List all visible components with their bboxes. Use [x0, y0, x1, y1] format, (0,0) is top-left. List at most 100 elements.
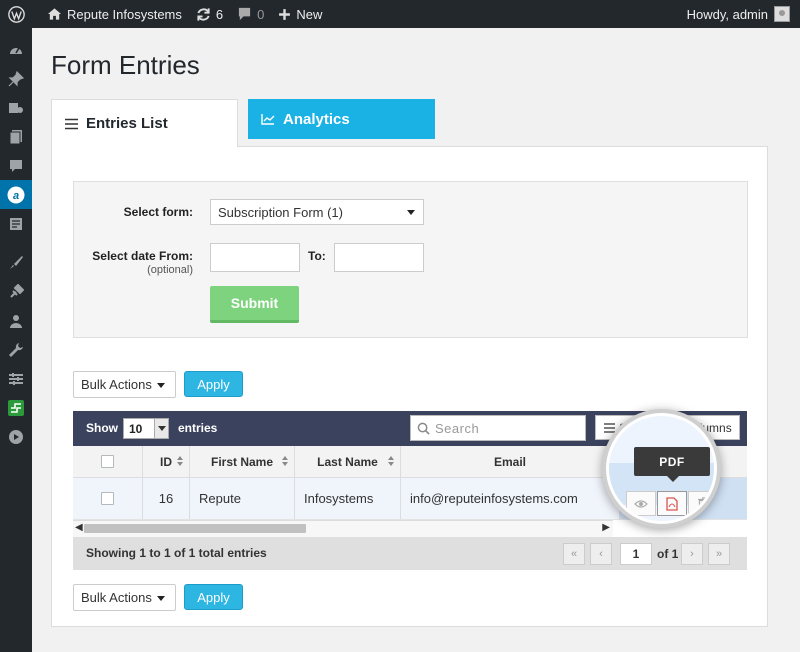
sort-icon [388, 456, 394, 466]
site-name-link[interactable]: Repute Infosystems [40, 0, 189, 28]
cell-last-name: Infosystems [295, 478, 401, 519]
my-account[interactable]: Howdy, admin [687, 6, 800, 22]
column-label: Last Name [317, 454, 378, 469]
magnifier-callout: PDF [606, 413, 717, 524]
date-to-input[interactable] [334, 243, 424, 272]
updates-count: 6 [215, 6, 224, 22]
submit-button[interactable]: Submit [210, 286, 299, 323]
first-page-button[interactable]: « [563, 543, 585, 565]
chart-icon [261, 114, 275, 125]
column-header-id[interactable]: ID [143, 446, 190, 477]
media-icon[interactable] [0, 93, 32, 122]
select-form-label: Select form: [123, 205, 193, 219]
tab-analytics[interactable]: Analytics [248, 99, 435, 139]
to-label: To: [308, 249, 326, 263]
appearance-icon[interactable] [0, 248, 32, 277]
tab-label: Analytics [283, 110, 350, 128]
row-checkbox[interactable] [101, 492, 114, 505]
column-header-first-name[interactable]: First Name [190, 446, 295, 477]
select-all-checkbox[interactable] [101, 455, 114, 468]
sort-icon [177, 456, 183, 466]
greeting: Howdy, admin [686, 6, 768, 22]
search-icon [417, 422, 430, 435]
tab-label: Entries List [86, 115, 168, 132]
next-page-button[interactable]: › [681, 543, 703, 565]
date-from-input[interactable] [210, 243, 300, 272]
column-header-last-name[interactable]: Last Name [295, 446, 401, 477]
scroll-right-icon[interactable]: ▶ [602, 522, 610, 533]
plugins-icon[interactable] [0, 277, 32, 306]
search-placeholder: Search [435, 420, 480, 436]
scroll-left-icon[interactable]: ◀ [75, 522, 83, 533]
table-info: Showing 1 to 1 of 1 total entries [86, 546, 267, 560]
scrollbar-thumb[interactable] [84, 524, 306, 533]
select-form-dropdown[interactable]: Subscription Form (1) [210, 199, 424, 225]
pages-icon[interactable] [0, 122, 32, 151]
users-icon[interactable] [0, 306, 32, 335]
tab-entries-list[interactable]: Entries List [51, 99, 238, 147]
show-label: Show [86, 421, 118, 435]
apply-button-top[interactable]: Apply [184, 371, 243, 397]
bulk-actions-label: Bulk Actions [81, 590, 152, 605]
select-all-cell [73, 446, 143, 477]
settings-icon[interactable] [0, 364, 32, 393]
pdf-export-button[interactable] [657, 491, 687, 516]
admin-bar: Repute Infosystems 6 0 New Howdy, admin [0, 0, 800, 28]
list-icon [604, 422, 615, 433]
pdf-icon [666, 496, 678, 511]
plugin-icon[interactable] [0, 393, 32, 422]
wp-logo-icon[interactable] [0, 0, 40, 28]
entries-panel: Select form: Subscription Form (1) Selec… [51, 146, 768, 627]
table-footer: Showing 1 to 1 of 1 total entries « ‹ 1 … [73, 537, 747, 570]
list-icon [65, 118, 78, 129]
entries-label: entries [178, 421, 218, 435]
avatar [774, 6, 790, 22]
bulk-actions-select-top[interactable]: Bulk Actions [73, 371, 176, 398]
apply-button-bottom[interactable]: Apply [184, 584, 243, 610]
chevron-down-icon [407, 210, 415, 215]
plus-icon [279, 8, 291, 20]
forms-icon[interactable] [0, 209, 32, 238]
chevron-down-icon [154, 419, 168, 438]
prev-page-button[interactable]: ‹ [590, 543, 612, 565]
select-form-value: Subscription Form (1) [218, 204, 343, 220]
bulk-actions-select-bottom[interactable]: Bulk Actions [73, 584, 176, 611]
dashboard-icon[interactable] [0, 35, 32, 64]
page-number-input[interactable]: 1 [620, 543, 652, 565]
bulk-actions-label: Bulk Actions [81, 377, 152, 392]
admin-menu: a [0, 28, 32, 652]
arforms-icon[interactable]: a [0, 180, 32, 209]
new-label: New [296, 6, 323, 22]
comments-icon[interactable] [0, 151, 32, 180]
eye-icon [634, 499, 648, 508]
pin-icon[interactable] [0, 64, 32, 93]
play-icon[interactable] [0, 422, 32, 451]
comments-link[interactable]: 0 [230, 0, 271, 28]
row-select-cell [73, 478, 143, 519]
delete-entry-button[interactable] [688, 491, 714, 516]
last-page-button[interactable]: » [708, 543, 730, 565]
page-length-select[interactable]: 10 [123, 418, 169, 439]
date-from-optional: (optional) [147, 264, 193, 276]
tools-icon[interactable] [0, 335, 32, 364]
filter-box: Select form: Subscription Form (1) Selec… [73, 181, 748, 338]
comments-count: 0 [257, 6, 265, 22]
home-icon [47, 8, 62, 20]
column-label: First Name [210, 454, 274, 469]
column-label: Email [493, 454, 526, 469]
sort-icon [282, 456, 288, 466]
page-of-label: of 1 [657, 547, 679, 561]
search-input[interactable]: Search [410, 415, 586, 441]
date-from-label: Select date From: [92, 249, 193, 263]
chevron-down-icon [157, 596, 165, 601]
cell-email: info@reputeinfosystems.com [401, 478, 620, 519]
updates-link[interactable]: 6 [189, 0, 230, 28]
comment-icon [239, 7, 251, 21]
page-length-value: 10 [129, 421, 143, 436]
view-entry-button[interactable] [626, 491, 656, 516]
chevron-down-icon [157, 383, 165, 388]
pdf-tooltip: PDF [634, 447, 710, 482]
column-header-email[interactable]: Email [401, 446, 620, 477]
horizontal-scrollbar[interactable]: ◀ ▶ [73, 520, 613, 537]
new-content-link[interactable]: New [271, 0, 329, 28]
